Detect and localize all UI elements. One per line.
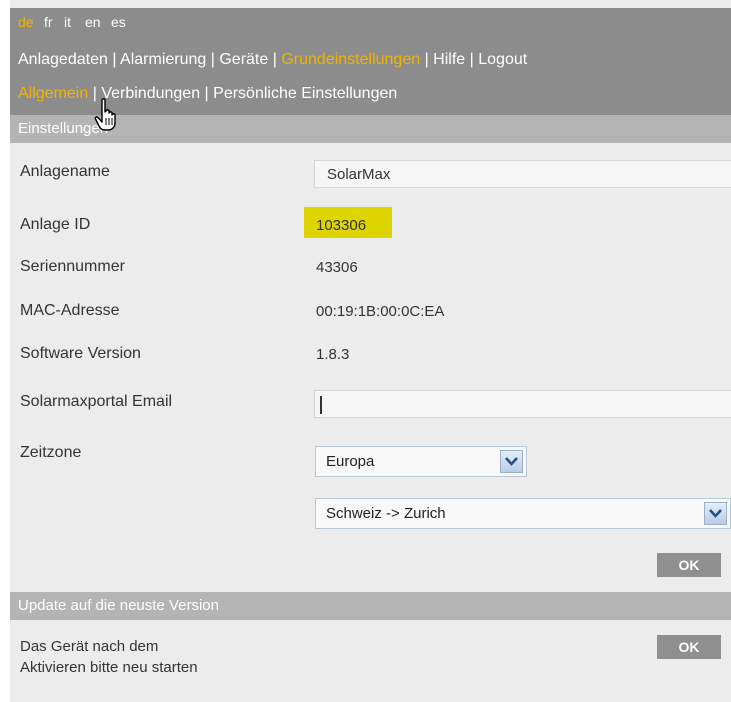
timezone-city-value: Schweiz -> Zurich xyxy=(326,505,446,522)
menu-separator: | xyxy=(204,85,209,102)
update-header: Update auf die neuste Version xyxy=(10,592,731,620)
email-input[interactable] xyxy=(314,390,731,418)
settings-panel: de fr it en es Anlagedaten | Alarmierung… xyxy=(10,0,731,702)
main-menu: Anlagedaten | Alarmierung | Geräte | Gru… xyxy=(10,37,731,81)
text-caret xyxy=(320,396,322,414)
timezone-city-select[interactable]: Schweiz -> Zurich xyxy=(315,498,731,529)
hand-pointer-icon xyxy=(94,98,120,137)
timezone-region-select[interactable]: Europa xyxy=(315,446,527,477)
lang-it[interactable]: it xyxy=(64,14,71,30)
menu-logout[interactable]: Logout xyxy=(478,51,527,68)
update-note-line1: Das Gerät nach dem xyxy=(20,638,159,655)
lang-de[interactable]: de xyxy=(18,14,34,30)
update-header-title: Update auf die neuste Version xyxy=(18,597,219,614)
plant-name-input[interactable]: SolarMax xyxy=(314,160,731,188)
plant-id-label: Anlage ID xyxy=(20,216,91,233)
serial-label: Seriennummer xyxy=(20,258,125,275)
plant-name-label: Anlagename xyxy=(20,163,110,180)
menu-alarmierung[interactable]: Alarmierung xyxy=(120,51,206,68)
timezone-label: Zeitzone xyxy=(20,444,82,461)
timezone-region-value: Europa xyxy=(326,453,375,470)
menu-separator: | xyxy=(469,51,474,68)
serial-value: 43306 xyxy=(316,259,358,276)
update-note-line2: Aktivieren bitte neu starten xyxy=(20,659,198,676)
plant-id-value: 103306 xyxy=(316,217,367,234)
menu-anlagedaten[interactable]: Anlagedaten xyxy=(18,51,108,68)
lang-en[interactable]: en xyxy=(85,14,101,30)
software-version-value: 1.8.3 xyxy=(316,346,350,363)
mac-label: MAC-Adresse xyxy=(20,302,120,319)
chevron-down-icon[interactable] xyxy=(704,502,727,525)
update-ok-button[interactable]: OK xyxy=(657,635,721,659)
settings-ok-button[interactable]: OK xyxy=(657,553,721,577)
menu-separator: | xyxy=(112,51,117,68)
plant-name-value: SolarMax xyxy=(327,166,391,183)
software-version-label: Software Version xyxy=(20,345,141,362)
chevron-down-icon[interactable] xyxy=(500,450,523,473)
language-bar: de fr it en es xyxy=(10,8,731,37)
email-label: Solarmaxportal Email xyxy=(20,393,173,410)
submenu-persoenliche-einstellungen[interactable]: Persönliche Einstellungen xyxy=(213,85,397,102)
menu-hilfe[interactable]: Hilfe xyxy=(433,51,465,68)
menu-geraete[interactable]: Geräte xyxy=(219,51,268,68)
mac-value: 00:19:1B:00:0C:EA xyxy=(316,303,445,320)
menu-grundeinstellungen[interactable]: Grundeinstellungen xyxy=(281,51,420,68)
submenu-allgemein[interactable]: Allgemein xyxy=(18,85,88,102)
lang-fr[interactable]: fr xyxy=(44,14,53,30)
menu-separator: | xyxy=(424,51,429,68)
lang-es[interactable]: es xyxy=(111,14,126,30)
